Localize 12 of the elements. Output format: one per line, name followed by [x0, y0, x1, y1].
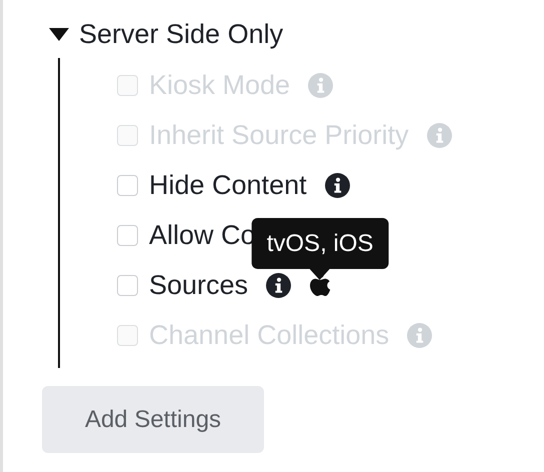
add-settings-button[interactable]: Add Settings: [42, 386, 264, 453]
section-title[interactable]: Server Side Only: [79, 20, 284, 48]
caret-icon[interactable]: [49, 28, 69, 40]
info-icon[interactable]: [324, 172, 350, 198]
tooltip-arrow: [310, 269, 330, 280]
option-label: Sources: [149, 272, 248, 298]
option-label: Hide Content: [149, 172, 307, 198]
checkbox[interactable]: [117, 224, 138, 246]
tooltip: tvOS, iOS: [252, 218, 388, 269]
info-icon[interactable]: [266, 272, 292, 298]
checkbox[interactable]: [117, 174, 138, 196]
checkbox[interactable]: [117, 274, 138, 296]
